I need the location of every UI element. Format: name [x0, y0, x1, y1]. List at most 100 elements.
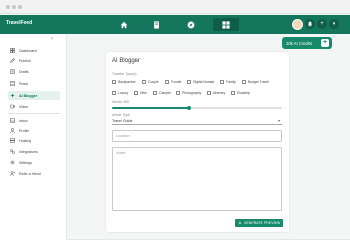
book-icon[interactable]	[143, 18, 169, 31]
checkbox-box[interactable]	[134, 90, 138, 95]
sidebar-item-profile[interactable]: Profile	[8, 126, 60, 135]
integrations-icon	[10, 149, 15, 154]
checkbox-budget-travel[interactable]: Budget Travel	[242, 79, 269, 84]
sidebar: ‹ Dashboard Publish Drafts Posts Locatio…	[0, 34, 67, 240]
sidebar-item-dashboard[interactable]: Dashboard	[8, 46, 60, 55]
sidebar-item-label: Video	[19, 104, 29, 109]
checkbox-foodie[interactable]: Foodie	[165, 79, 181, 84]
article-type-select[interactable]: Travel Guide ▾	[112, 117, 282, 125]
user-icon	[10, 128, 15, 133]
avatar[interactable]	[292, 19, 303, 30]
checkbox-box[interactable]	[242, 79, 246, 84]
sidebar-divider	[8, 113, 60, 114]
notes-placeholder: Notes	[116, 151, 126, 155]
home-icon[interactable]	[111, 18, 137, 31]
words-slider-fill	[112, 107, 189, 109]
ai-blogger-icon	[10, 93, 15, 98]
checkbox-label: Roadtrip	[237, 90, 250, 95]
sidebar-item-label: Settings	[19, 160, 32, 165]
checkbox-label: Hike	[140, 90, 147, 95]
grid-icon[interactable]	[213, 18, 239, 31]
window-close-dot[interactable]	[6, 5, 10, 9]
words-slider[interactable]	[112, 105, 282, 110]
checkbox-box[interactable]	[112, 79, 116, 84]
sidebar-item-integrations[interactable]: Integrations	[8, 147, 60, 156]
checkbox-photography[interactable]: Photography	[176, 90, 201, 95]
draft-icon	[10, 69, 15, 74]
checkbox-box[interactable]	[231, 90, 235, 95]
notes-textarea[interactable]: Notes	[112, 147, 282, 211]
words-label: Words: 800	[112, 100, 130, 104]
posts-icon	[10, 81, 15, 86]
sidebar-item-label: Integrations	[19, 149, 38, 154]
chevron-down-icon: ▾	[277, 118, 280, 123]
generate-preview-button[interactable]: GENERATE PREVIEW	[235, 219, 283, 227]
ai-credits-button[interactable]: 20k AI Credits +	[282, 37, 332, 49]
video-icon	[10, 104, 15, 109]
sidebar-item-hosting[interactable]: Hosting	[8, 136, 60, 145]
compass-icon[interactable]	[178, 18, 204, 31]
checkbox-box[interactable]	[220, 79, 224, 84]
checkbox-box[interactable]	[112, 90, 116, 95]
sidebar-item-label: Drafts	[19, 69, 29, 74]
sidebar-item-inbox[interactable]: Inbox	[8, 116, 60, 125]
window-maximize-dot[interactable]	[18, 5, 22, 9]
checkbox-roadtrip[interactable]: Roadtrip	[231, 90, 250, 95]
brand-logo[interactable]: TravelFeed	[6, 20, 32, 26]
collapse-sidebar-icon[interactable]: ‹	[51, 36, 53, 42]
ai-credits-label: 20k AI Credits	[286, 40, 313, 46]
checkbox-box[interactable]	[165, 79, 169, 84]
dashboard-icon	[10, 48, 15, 53]
generate-preview-label: GENERATE PREVIEW	[243, 221, 281, 225]
checkbox-label: Foodie	[171, 79, 182, 84]
refer-icon	[10, 171, 15, 176]
checkbox-box[interactable]	[153, 90, 157, 95]
chevron-down-icon[interactable]: ▾	[329, 19, 339, 29]
sidebar-item-ai-blogger[interactable]: AI Blogger	[8, 91, 60, 100]
page-title: AI Blogger	[112, 58, 141, 64]
sidebar-item-drafts[interactable]: Drafts	[8, 67, 60, 76]
checkbox-label: Photography	[182, 90, 202, 95]
gear-icon	[10, 160, 15, 165]
sidebar-item-label: Hosting	[19, 138, 32, 143]
checkbox-label: Budget Travel	[248, 79, 269, 84]
checkbox-label: Itinerary	[213, 90, 226, 95]
add-credits-icon[interactable]: +	[321, 39, 329, 47]
location-input[interactable]: Location	[112, 130, 282, 142]
checkbox-family[interactable]: Family	[220, 79, 236, 84]
checkbox-box[interactable]	[176, 90, 180, 95]
top-navbar: TravelFeed + ▾	[0, 15, 350, 34]
checkbox-digital-nomad[interactable]: Digital Nomad	[187, 79, 214, 84]
location-placeholder: Location	[116, 134, 130, 138]
sidebar-item-posts[interactable]: Posts	[8, 79, 60, 88]
plus-icon[interactable]: +	[317, 19, 327, 29]
sidebar-item-label: Inbox	[19, 118, 28, 123]
pencil-icon	[10, 58, 15, 63]
words-slider-thumb[interactable]	[186, 105, 191, 110]
sidebar-item-settings[interactable]: Settings	[8, 158, 60, 167]
checkbox-luxury[interactable]: Luxury	[112, 90, 128, 95]
checkbox-couple[interactable]: Couple	[142, 79, 159, 84]
bell-icon[interactable]	[305, 19, 315, 29]
sidebar-item-video[interactable]: Video	[8, 102, 60, 111]
checkbox-box[interactable]	[187, 79, 191, 84]
app-window: TravelFeed + ▾ 20k AI Credits + ‹ Dashbo…	[0, 0, 350, 240]
checkbox-itinerary[interactable]: Itinerary	[207, 90, 225, 95]
sidebar-item-label: Refer a friend	[19, 171, 41, 176]
checkbox-hike[interactable]: Hike	[134, 90, 147, 95]
sparkle-icon	[237, 221, 242, 225]
window-minimize-dot[interactable]	[12, 5, 16, 9]
checkbox-label: Couple	[148, 79, 159, 84]
inbox-icon	[10, 118, 15, 123]
checkbox-label: Backpacker	[118, 79, 136, 84]
checkbox-box[interactable]	[207, 90, 211, 95]
sidebar-item-label: Posts	[19, 81, 28, 86]
sidebar-item-refer[interactable]: Refer a friend	[8, 169, 60, 178]
checkbox-camper[interactable]: Camper	[153, 90, 171, 95]
checkbox-box[interactable]	[142, 79, 146, 84]
article-type-value: Travel Guide	[112, 118, 133, 123]
checkbox-backpacker[interactable]: Backpacker	[112, 79, 136, 84]
ai-blogger-card: AI Blogger Traveler Type(s) Backpacker C…	[106, 52, 289, 232]
sidebar-item-label: Profile	[19, 128, 30, 133]
sidebar-item-publish[interactable]: Publish	[8, 56, 60, 65]
